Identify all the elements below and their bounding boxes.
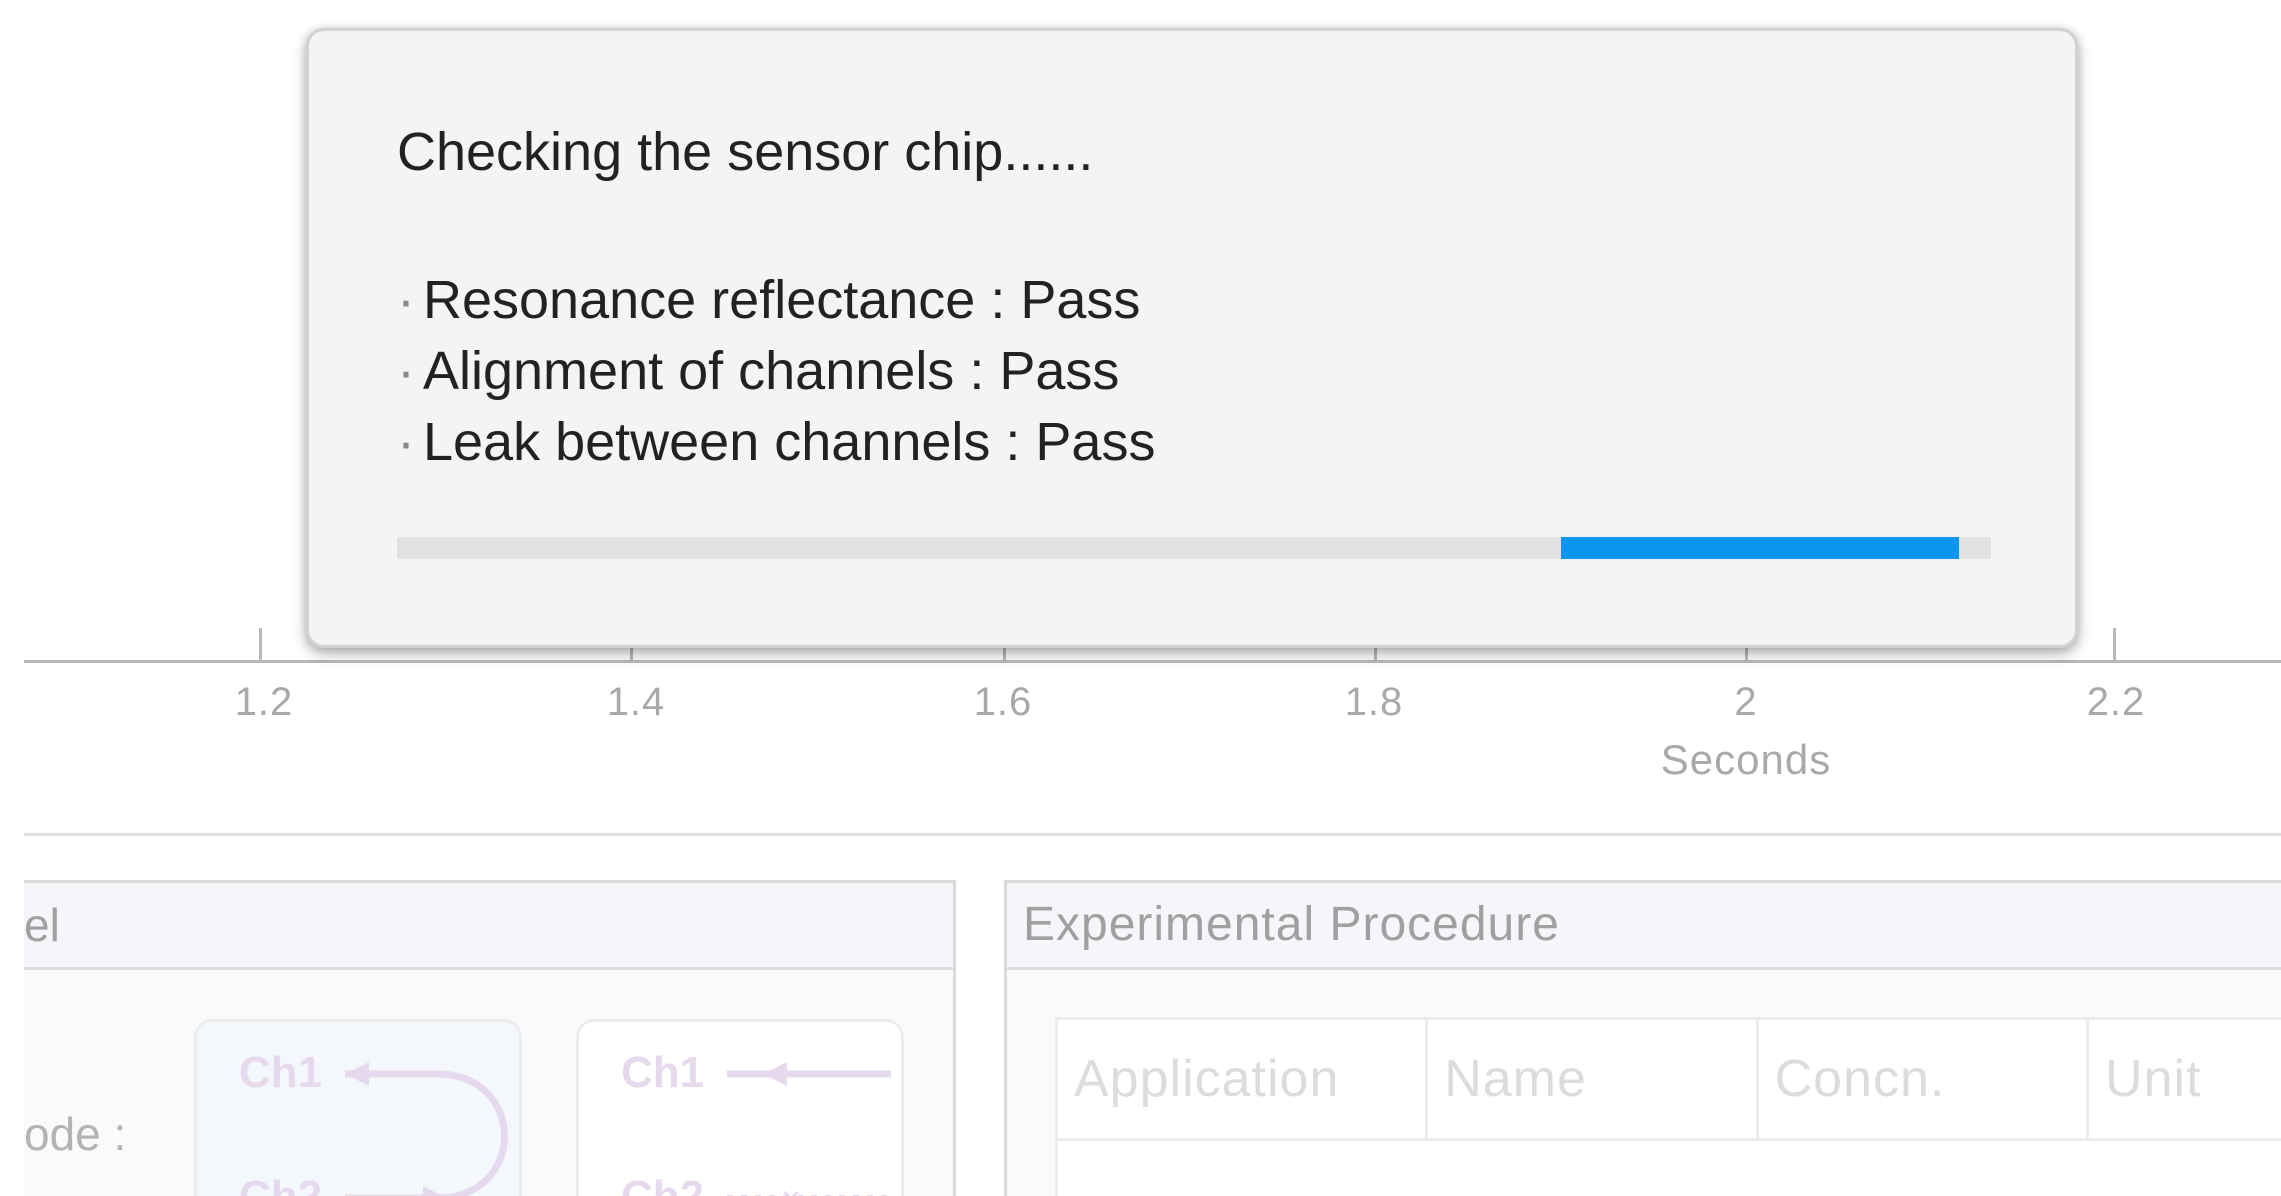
x-tick-label: 1.6 — [973, 680, 1033, 724]
x-axis-line — [24, 660, 2281, 663]
bullet-icon: · — [397, 412, 415, 472]
progress-indicator — [1560, 537, 1960, 559]
panel-header: el — [24, 883, 953, 970]
experimental-procedure-panel: Experimental Procedure Application Name … — [1004, 880, 2281, 1196]
column-header-application[interactable]: Application — [1058, 1020, 1429, 1138]
column-header-unit[interactable]: Unit — [2089, 1020, 2281, 1138]
separate-flow-icon: × — [727, 1062, 891, 1196]
section-divider — [24, 833, 2281, 836]
x-tick-label: 2.2 — [2086, 680, 2146, 724]
x-tick-label: 1.4 — [606, 680, 666, 724]
mode-card-loop[interactable]: Ch1 Ch2 — [194, 1019, 522, 1196]
panel-title: Experimental Procedure — [1007, 883, 2281, 970]
column-header-name[interactable]: Name — [1428, 1020, 1759, 1138]
svg-text:×: × — [781, 1180, 801, 1196]
progress-bar — [397, 537, 1991, 559]
mode-card-separate[interactable]: Ch1 Ch2 × — [576, 1019, 904, 1196]
check-result-item: · Alignment of channels : Pass — [397, 336, 1155, 407]
procedure-table: Application Name Concn. Unit — [1055, 1017, 2281, 1196]
bullet-icon: · — [397, 270, 415, 330]
check-result-text: Alignment of channels : Pass — [422, 341, 1120, 401]
column-header-concn[interactable]: Concn. — [1759, 1020, 2089, 1138]
loop-flow-icon — [345, 1062, 508, 1196]
check-results-list: · Resonance reflectance : Pass · Alignment… — [397, 265, 1155, 478]
bullet-icon: · — [397, 341, 415, 401]
x-tick-label: 1.2 — [234, 680, 294, 724]
check-result-text: Leak between channels : Pass — [422, 412, 1156, 472]
app-window: 1.2 1.4 1.6 1.8 2 2.2 Seconds el ode : C… — [0, 0, 2281, 1196]
dialog-title: Checking the sensor chip...... — [397, 122, 1094, 182]
channel-panel: el ode : Ch1 Ch2 Ch1 Ch2 × — [24, 880, 956, 1196]
x-tick-label: 2 — [1734, 680, 1758, 724]
table-header-row: Application Name Concn. Unit — [1058, 1020, 2281, 1141]
mode-label: ode : — [24, 1108, 127, 1160]
check-result-item: · Leak between channels : Pass — [397, 407, 1155, 478]
x-axis-title: Seconds — [1660, 736, 1832, 783]
x-tick — [259, 628, 262, 660]
x-tick-label: 1.8 — [1344, 680, 1404, 724]
check-result-text: Resonance reflectance : Pass — [422, 270, 1141, 330]
check-result-item: · Resonance reflectance : Pass — [397, 265, 1155, 336]
x-tick — [2113, 628, 2116, 660]
sensor-check-dialog: Checking the sensor chip...... · Resonanc… — [306, 28, 2078, 648]
